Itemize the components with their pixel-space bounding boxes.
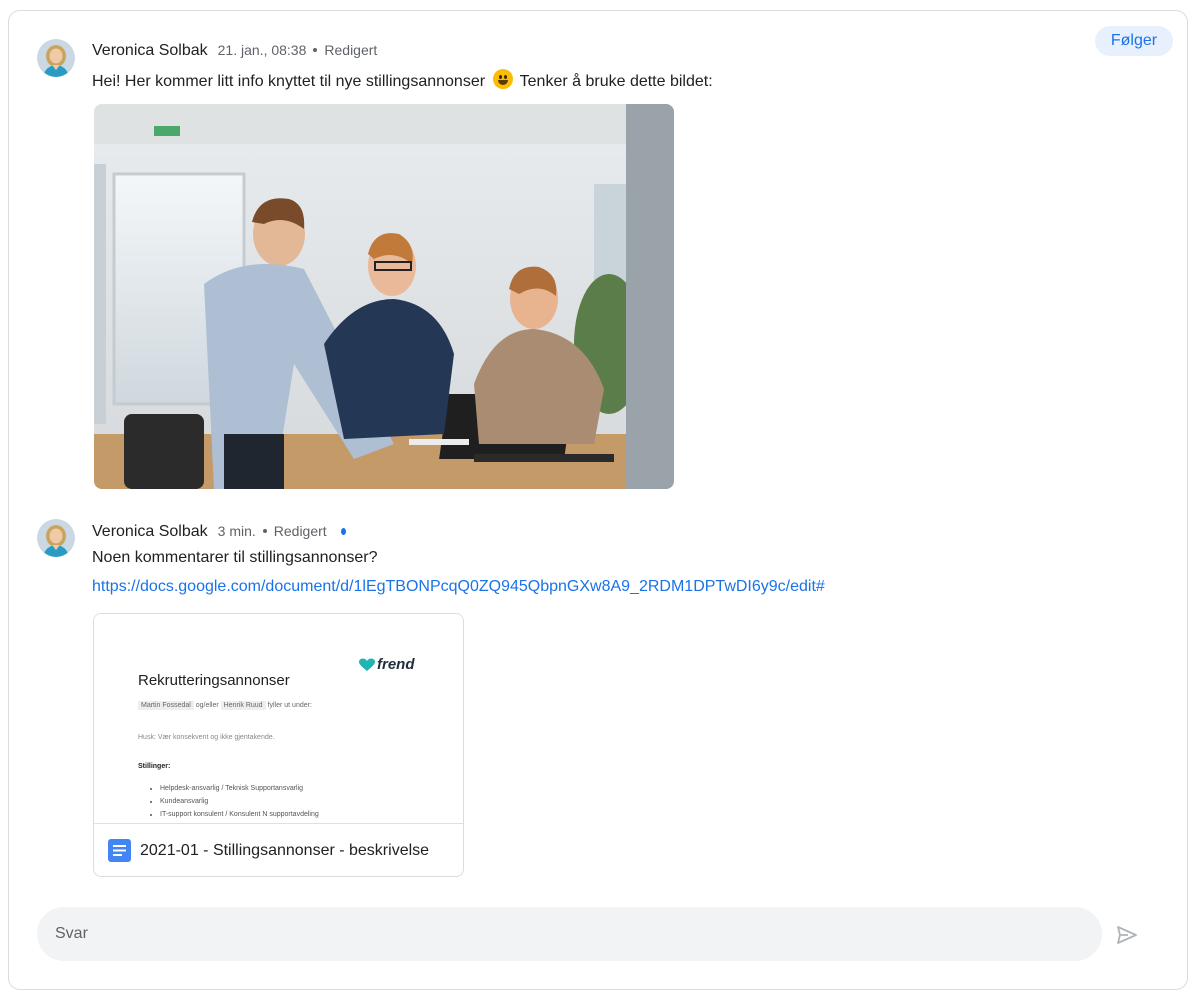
separator-dot	[262, 529, 267, 533]
preview-chip: Martin Fossedal	[138, 701, 194, 710]
frend-logo-heart-icon	[359, 658, 375, 671]
message-text: Noen kommentarer til stillingsannonser?	[92, 549, 378, 566]
message-meta: Veronica Solbak 21. jan., 08:38 Redigert	[92, 42, 377, 60]
author-avatar[interactable]	[37, 519, 75, 557]
reply-placeholder: Svar	[55, 925, 88, 942]
attached-image[interactable]	[94, 104, 674, 489]
separator-dot	[313, 48, 318, 52]
preview-note: Husk: Vær konsekvent og ikke gjentakende…	[138, 734, 275, 741]
unread-indicator	[340, 528, 346, 535]
document-attachment-card[interactable]: frend Rekrutteringsannonser Martin Fosse…	[93, 613, 464, 877]
preview-chip-suffix: fyller ut under:	[267, 702, 312, 709]
preview-chip-joiner: og/eller	[195, 702, 219, 709]
message-text-part1: Hei! Her kommer litt info knyttet til ny…	[92, 73, 486, 90]
message-meta: Veronica Solbak 3 min. Redigert	[92, 523, 346, 541]
preview-list-item: Kundeansvarlig	[160, 795, 319, 808]
document-preview[interactable]: frend Rekrutteringsannonser Martin Fosse…	[94, 614, 463, 823]
message-text-part2: Tenker å bruke dette bildet:	[519, 73, 713, 90]
office-photo	[94, 104, 674, 489]
frend-logo: frend	[377, 656, 415, 673]
preview-list-item: Helpdesk-ansvarlig / Teknisk Supportansv…	[160, 782, 319, 795]
preview-heading: Rekrutteringsannonser	[138, 672, 290, 689]
author-name[interactable]: Veronica Solbak	[92, 42, 208, 60]
send-icon[interactable]	[1115, 923, 1139, 947]
document-link[interactable]: https://docs.google.com/document/d/1lEgT…	[92, 578, 825, 596]
author-avatar[interactable]	[37, 39, 75, 77]
preview-assignees: Martin Fossedal og/eller Henrik Ruud fyl…	[138, 701, 312, 710]
grinning-face-emoji-icon	[492, 69, 513, 89]
avatar-photo	[37, 39, 75, 77]
preview-list-item: IT-support konsulent / Konsulent N suppo…	[160, 808, 319, 821]
edited-label: Redigert	[324, 42, 378, 58]
google-docs-icon	[108, 839, 131, 862]
document-title[interactable]: 2021-01 - Stillingsannonser - beskrivels…	[140, 842, 429, 860]
edited-label: Redigert	[273, 523, 327, 539]
preview-list: Helpdesk-ansvarlig / Teknisk Supportansv…	[146, 782, 319, 821]
message-timestamp: 3 min.	[217, 523, 256, 539]
author-name[interactable]: Veronica Solbak	[92, 523, 208, 541]
preview-section: Stillinger:	[138, 763, 171, 770]
message-timestamp: 21. jan., 08:38	[217, 42, 307, 58]
reply-input[interactable]: Svar	[37, 907, 1102, 961]
conversation-card: Følger Veronica Solbak 21. jan., 08:38 R…	[8, 10, 1188, 990]
document-footer[interactable]: 2021-01 - Stillingsannonser - beskrivels…	[94, 823, 463, 876]
avatar-photo	[37, 519, 75, 557]
message-text: Hei! Her kommer litt info knyttet til ny…	[92, 69, 713, 91]
follow-button[interactable]: Følger	[1095, 26, 1173, 56]
preview-chip: Henrik Ruud	[220, 701, 266, 710]
